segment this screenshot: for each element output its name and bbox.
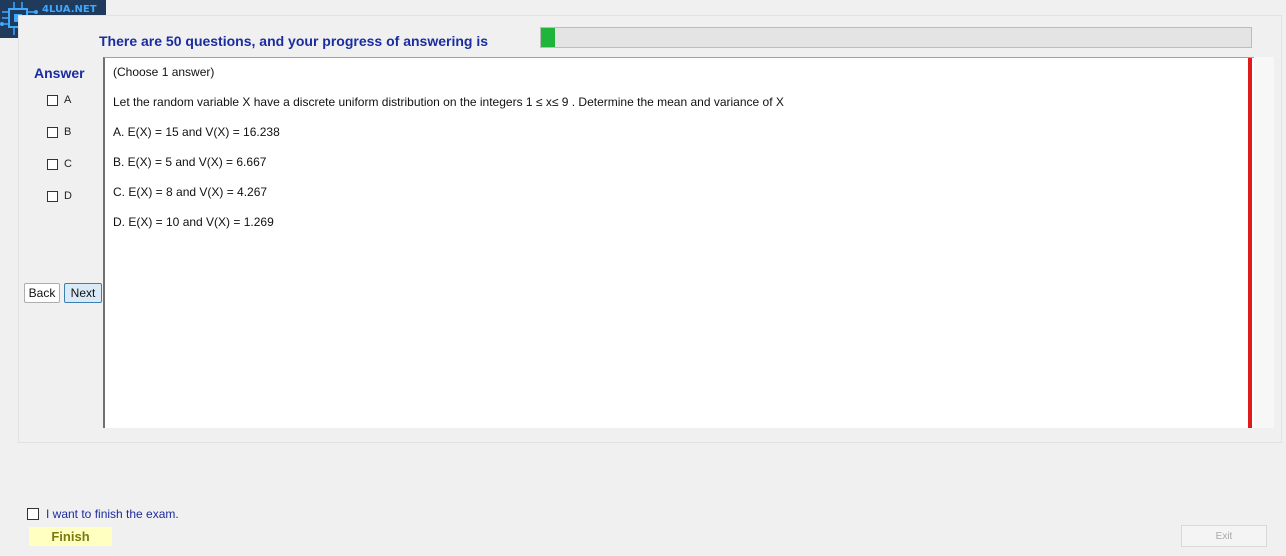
finish-checkbox[interactable] <box>27 508 39 520</box>
option-a[interactable]: A <box>47 93 71 107</box>
option-d[interactable]: D <box>47 189 72 203</box>
progress-label: There are 50 questions, and your progres… <box>99 33 488 49</box>
question-instruction: (Choose 1 answer) <box>113 65 215 79</box>
choice-b: B. E(X) = 5 and V(X) = 6.667 <box>113 155 267 169</box>
question-prompt: Let the random variable X have a discret… <box>113 95 784 109</box>
option-c-label: C <box>64 158 72 170</box>
answer-heading: Answer <box>34 65 85 81</box>
question-scrollbar[interactable] <box>1254 57 1274 428</box>
logo-text: 4LUA.NET <box>42 4 97 15</box>
option-c[interactable]: C <box>47 157 72 171</box>
option-b[interactable]: B <box>47 125 71 139</box>
option-a-label: A <box>64 94 72 106</box>
progress-fill <box>541 28 556 47</box>
back-button[interactable]: Back <box>24 283 60 303</box>
option-d-label: D <box>64 190 72 202</box>
option-a-checkbox[interactable] <box>47 94 58 106</box>
progress-bar <box>540 27 1252 48</box>
choice-d: D. E(X) = 10 and V(X) = 1.269 <box>113 215 274 229</box>
finish-checkbox-label: I want to finish the exam. <box>46 507 179 521</box>
option-b-label: B <box>64 126 72 138</box>
question-marker <box>1248 58 1252 428</box>
option-d-checkbox[interactable] <box>47 190 58 202</box>
choice-c: C. E(X) = 8 and V(X) = 4.267 <box>113 185 268 199</box>
option-c-checkbox[interactable] <box>47 158 58 170</box>
finish-button[interactable]: Finish <box>29 527 112 546</box>
question-box: (Choose 1 answer) Let the random variabl… <box>103 57 1254 428</box>
finish-confirm[interactable]: I want to finish the exam. <box>27 507 179 521</box>
option-b-checkbox[interactable] <box>47 126 58 138</box>
choice-a: A. E(X) = 15 and V(X) = 16.238 <box>113 125 280 139</box>
exit-button[interactable]: Exit <box>1181 525 1267 547</box>
next-button[interactable]: Next <box>64 283 102 303</box>
